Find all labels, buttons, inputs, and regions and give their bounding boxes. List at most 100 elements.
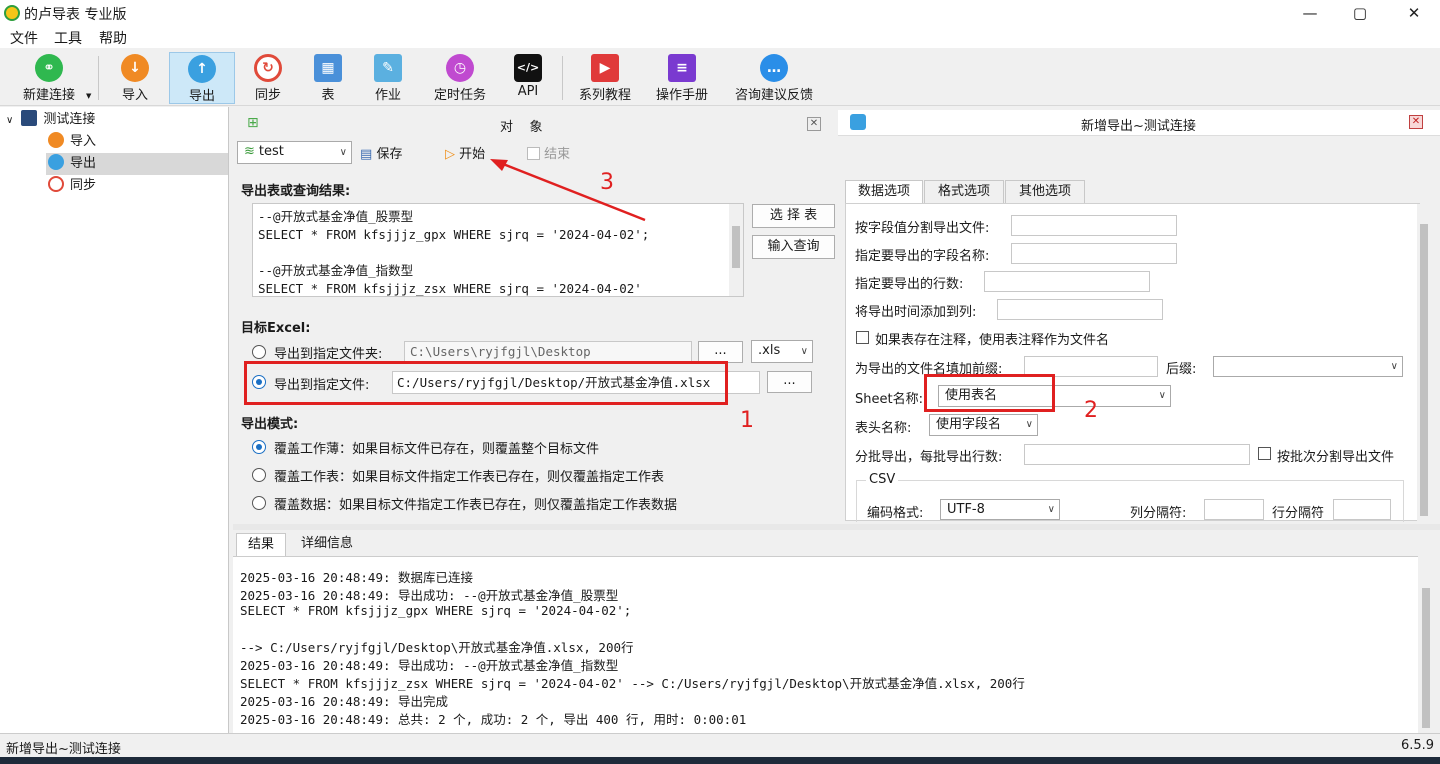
folder-path-input[interactable]: C:\Users\ryjfgjl\Desktop [404, 341, 692, 363]
browse-folder-button[interactable]: ... [698, 341, 743, 363]
suffix-select[interactable]: ∨ [1213, 356, 1403, 377]
save-button[interactable]: ▤ 保存 [360, 143, 402, 162]
field-name-input[interactable] [1011, 243, 1177, 264]
row-separator-input[interactable] [1333, 499, 1391, 520]
mode-overwrite-data-label: 覆盖数据：如果目标文件指定工作表已存在，则仅覆盖指定工作表数据 [274, 498, 678, 513]
toolbar-label: 咨询建议反馈 [734, 88, 813, 103]
column-separator-label: 列分隔符: [1130, 506, 1187, 521]
suffix-label: 后缀: [1166, 362, 1197, 377]
row-separator-label: 行分隔符 [1272, 506, 1325, 521]
sync-icon [48, 176, 64, 192]
query-scrollbar[interactable] [729, 204, 743, 296]
mode-overwrite-workbook-radio[interactable] [252, 440, 266, 454]
manual-button[interactable]: ≡ 操作手册 [648, 52, 716, 104]
toolbar-separator [98, 56, 99, 100]
window-title: 的卢导表 专业版 [24, 7, 127, 23]
export-options-title: 新增导出~测试连接 [1081, 119, 1196, 134]
tab-details[interactable]: 详细信息 [288, 533, 366, 556]
comment-as-name-label: 如果表存在注释，使用表注释作为文件名 [875, 333, 1110, 348]
menu-help[interactable]: 帮助 [99, 28, 127, 48]
import-button[interactable]: ↓ 导入 [106, 52, 164, 104]
version-label: 6.5.9 [1401, 738, 1435, 753]
extension-select[interactable]: .xls ∨ [751, 340, 813, 363]
tab-data-options[interactable]: 数据选项 [845, 180, 923, 203]
menu-tools[interactable]: 工具 [54, 28, 82, 48]
split-by-value-input[interactable] [1011, 215, 1177, 236]
query-line: --@开放式基金净值_指数型 [258, 263, 414, 278]
objects-tab-title[interactable]: 对 象 [500, 116, 543, 135]
header-name-select[interactable]: 使用字段名 ∨ [929, 414, 1038, 436]
chevron-down-icon: ∨ [1390, 361, 1398, 372]
rows-label: 指定要导出的行数: [855, 277, 964, 292]
minimize-button[interactable]: — [1290, 2, 1330, 24]
tree-item-export[interactable]: 导出 [46, 153, 228, 175]
collapse-icon[interactable]: ∨ [6, 115, 13, 126]
toolbar-separator [562, 56, 563, 100]
tree-item-import[interactable]: 导入 [48, 131, 228, 153]
query-line: SELECT * FROM kfsjjjz_zsx WHERE sjrq = '… [258, 281, 642, 296]
scrollbar-thumb[interactable] [1422, 588, 1430, 728]
export-icon: ↑ [188, 55, 216, 83]
toolbar-label: 操作手册 [655, 88, 708, 103]
target-excel-label: 目标Excel: [241, 321, 311, 336]
table-button[interactable]: ▦ 表 [300, 52, 356, 104]
new-connection-button[interactable]: ⚭ 新建连接 [14, 52, 84, 104]
feedback-button[interactable]: … 咨询建议反馈 [728, 52, 820, 104]
tab-format-options[interactable]: 格式选项 [924, 180, 1004, 203]
results-log: 2025-03-16 20:48:49: 数据库已连接 2025-03-16 2… [233, 556, 1418, 733]
export-button[interactable]: ↑ 导出 [169, 52, 235, 104]
rows-input[interactable] [984, 271, 1150, 292]
batch-split-checkbox[interactable] [1258, 447, 1271, 460]
log-line: SELECT * FROM kfsjjjz_zsx WHERE sjrq = '… [240, 676, 1025, 691]
tab-other-options[interactable]: 其他选项 [1005, 180, 1085, 203]
timer-icon: ◷ [446, 54, 474, 82]
tree-root-test-connection[interactable]: ∨ 测试连接 [6, 109, 95, 131]
dropdown-arrow-icon[interactable]: ▼ [86, 92, 91, 100]
input-query-button[interactable]: 输入查询 [752, 235, 835, 259]
time-column-input[interactable] [997, 299, 1163, 320]
job-icon: ✎ [374, 54, 402, 82]
close-button[interactable]: ✕ [1394, 2, 1434, 24]
options-scrollbar[interactable] [1417, 204, 1431, 521]
batch-rows-input[interactable] [1024, 444, 1250, 465]
annotation-arrow-3 [490, 159, 646, 222]
export-to-folder-radio[interactable] [252, 345, 266, 359]
close-objects-icon[interactable]: ✕ [807, 117, 821, 131]
split-by-value-label: 按字段值分割导出文件: [855, 221, 990, 236]
close-options-icon[interactable]: ✕ [1409, 115, 1423, 129]
column-separator-input[interactable] [1204, 499, 1264, 520]
tutorial-button[interactable]: ▶ 系列教程 [572, 52, 638, 104]
maximize-button[interactable]: ▢ [1340, 2, 1380, 24]
database-select[interactable]: ≋ test ∨ [237, 141, 352, 164]
tutorial-icon: ▶ [591, 54, 619, 82]
tab-results[interactable]: 结果 [236, 533, 286, 556]
extension-value: .xls [758, 343, 781, 358]
comment-as-name-checkbox[interactable] [856, 331, 869, 344]
api-button[interactable]: </> API [500, 52, 556, 104]
scrollbar-thumb[interactable] [732, 226, 740, 268]
export-to-folder-label: 导出到指定文件夹: [274, 347, 383, 362]
tree-item-sync[interactable]: 同步 [48, 175, 228, 197]
menu-file[interactable]: 文件 [10, 28, 38, 48]
toolbar-label: 定时任务 [433, 88, 486, 103]
select-table-button[interactable]: 选 择 表 [752, 204, 835, 228]
results-scrollbar[interactable] [1418, 556, 1434, 733]
encoding-select[interactable]: UTF-8 ∨ [940, 499, 1060, 520]
manual-icon: ≡ [668, 54, 696, 82]
save-icon: ▤ [360, 147, 373, 162]
mode-overwrite-sheet-label: 覆盖工作表：如果目标文件指定工作表已存在，则仅覆盖指定工作表 [274, 470, 665, 485]
browse-file-button[interactable]: ... [767, 371, 812, 393]
log-line: 2025-03-16 20:48:49: 导出成功: --@开放式基金净值_指数… [240, 658, 619, 673]
splitter[interactable] [233, 524, 1440, 530]
import-icon [48, 132, 64, 148]
mode-overwrite-sheet-radio[interactable] [252, 468, 266, 482]
mode-overwrite-data-radio[interactable] [252, 496, 266, 510]
log-line: SELECT * FROM kfsjjjz_gpx WHERE sjrq = '… [240, 603, 632, 618]
scheduled-task-button[interactable]: ◷ 定时任务 [426, 52, 494, 104]
toolbar-label: 系列教程 [578, 88, 631, 103]
job-button[interactable]: ✎ 作业 [358, 52, 418, 104]
menu-bar: 文件 工具 帮助 [0, 26, 1440, 48]
toolbar: ⚭ 新建连接 ▼ ↓ 导入 ↑ 导出 ↻ 同步 ▦ 表 ✎ 作业 ◷ 定时任务 … [0, 48, 1440, 106]
sync-button[interactable]: ↻ 同步 [238, 52, 298, 104]
scrollbar-thumb[interactable] [1420, 224, 1428, 516]
